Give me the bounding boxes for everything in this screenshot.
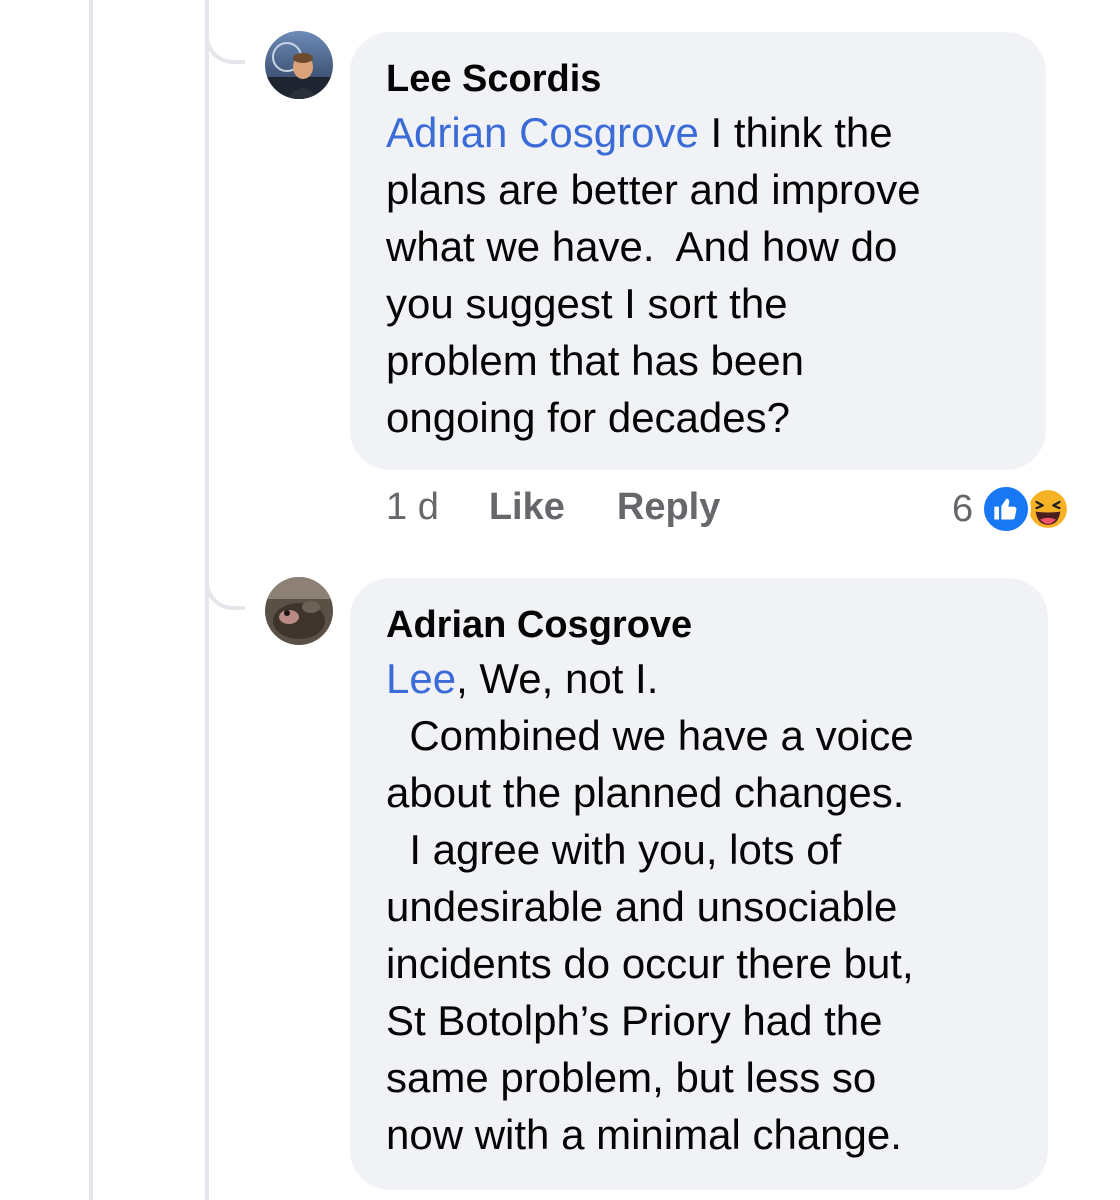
like-button[interactable]: Like bbox=[489, 486, 565, 529]
comment-line: you suggest I sort the bbox=[386, 280, 788, 327]
comment-timestamp[interactable]: 1 d bbox=[386, 486, 439, 529]
comment-line: what we have. And how do bbox=[386, 223, 898, 270]
comment-line: I agree with you, lots of bbox=[386, 826, 842, 873]
thread-line-inner bbox=[205, 0, 209, 1200]
comment-bubble: Adrian Cosgrove Lee, We, not I. Combined… bbox=[350, 578, 1048, 1190]
comment-line: ongoing for decades? bbox=[386, 394, 790, 441]
reaction-summary[interactable]: 6 bbox=[952, 484, 1074, 534]
comment-line: same problem, but less so bbox=[386, 1054, 877, 1101]
reply-button[interactable]: Reply bbox=[617, 486, 720, 529]
reaction-count: 6 bbox=[952, 487, 974, 530]
like-icon bbox=[981, 484, 1032, 534]
comment-line: undesirable and unsociable bbox=[386, 883, 898, 930]
mention-link[interactable]: Lee bbox=[386, 655, 456, 702]
comment-line: plans are better and improve bbox=[386, 166, 921, 213]
avatar[interactable] bbox=[265, 31, 333, 99]
comment-line: incidents do occur there but, bbox=[386, 940, 914, 987]
comment-author[interactable]: Adrian Cosgrove bbox=[386, 602, 1018, 648]
avatar[interactable] bbox=[265, 577, 333, 645]
comment-line: about the planned changes. bbox=[386, 769, 905, 816]
comment-actions: 1 d Like Reply bbox=[386, 486, 772, 529]
comment-line: problem that has been bbox=[386, 337, 804, 384]
comment-line: Combined we have a voice bbox=[386, 712, 914, 759]
comment-line: St Botolph’s Priory had the bbox=[386, 997, 883, 1044]
thread-line-outer bbox=[89, 0, 93, 1200]
comment-line: , We, not I. bbox=[456, 655, 659, 702]
comment-line: I think the bbox=[698, 109, 893, 156]
reply-connector bbox=[205, 570, 245, 610]
reply-connector bbox=[205, 24, 245, 64]
comment-text: Lee, We, not I. Combined we have a voice… bbox=[386, 650, 1018, 1163]
comment-bubble: Lee Scordis Adrian Cosgrove I think the … bbox=[350, 32, 1046, 470]
comment-line: now with a minimal change. bbox=[386, 1111, 902, 1158]
comment-text: Adrian Cosgrove I think the plans are be… bbox=[386, 104, 1016, 446]
comment-author[interactable]: Lee Scordis bbox=[386, 56, 1016, 102]
mention-link[interactable]: Adrian Cosgrove bbox=[386, 109, 699, 156]
